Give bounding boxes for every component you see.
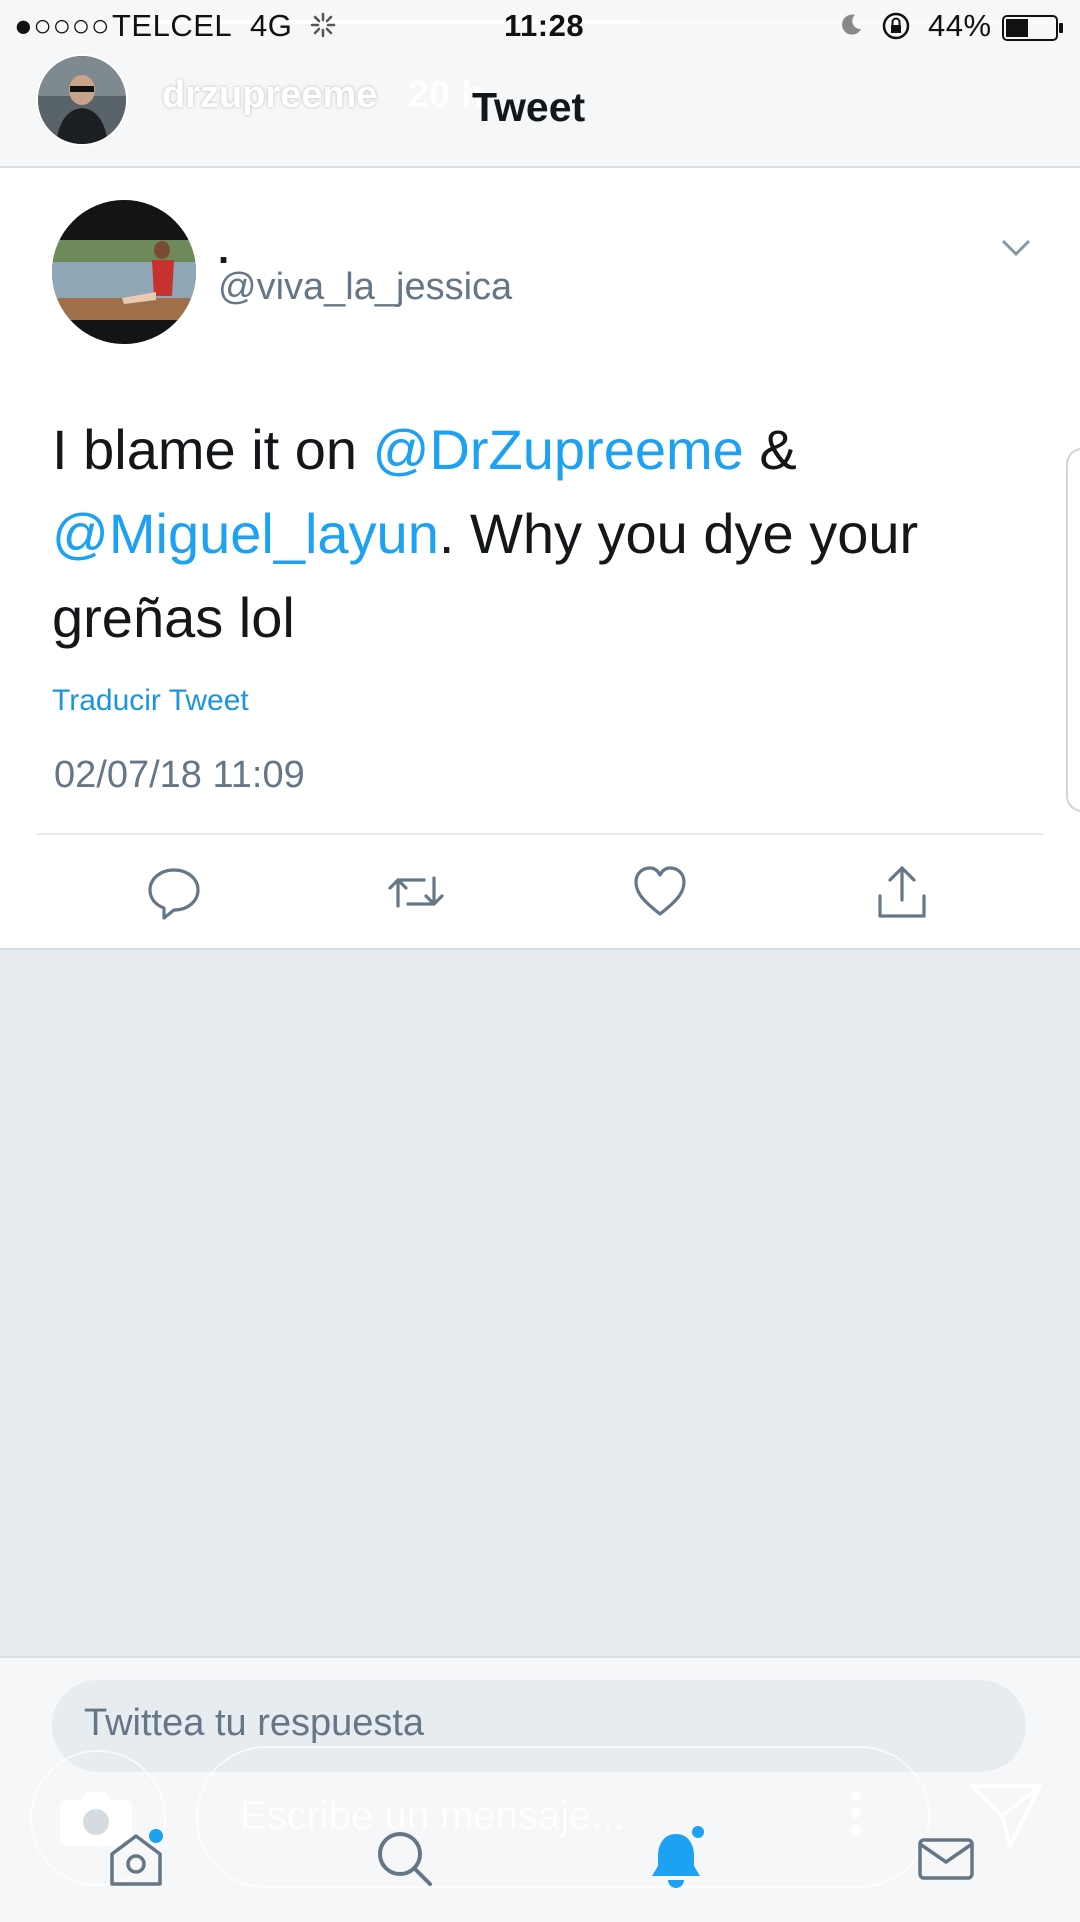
- translate-tweet-link[interactable]: Traducir Tweet: [52, 684, 249, 718]
- share-button[interactable]: [872, 862, 932, 922]
- story-user-avatar[interactable]: [36, 54, 128, 146]
- tab-notifications[interactable]: [644, 1826, 708, 1890]
- tweet-timestamp: 02/07/18 11:09: [54, 754, 305, 796]
- retweet-icon: [388, 876, 444, 908]
- retweet-button[interactable]: [386, 862, 446, 922]
- search-icon: [378, 1832, 432, 1886]
- messages-icon: [918, 1838, 974, 1880]
- network-type: 4G: [250, 8, 293, 43]
- tab-home[interactable]: [104, 1826, 168, 1890]
- mention-link[interactable]: @DrZupreeme: [373, 418, 744, 481]
- tab-messages[interactable]: [914, 1826, 978, 1890]
- more-options-icon[interactable]: [848, 1790, 864, 1841]
- rotation-lock-icon: [880, 10, 912, 47]
- tweet-text-part: I blame it on: [52, 418, 373, 481]
- reply-button[interactable]: [144, 862, 204, 922]
- status-time: 11:28: [504, 8, 585, 43]
- signal-strength: ●○○○○: [14, 8, 111, 43]
- moon-icon: [838, 12, 864, 43]
- tweet-card: . @viva_la_jessica I blame it on @DrZupr…: [0, 168, 1080, 950]
- battery-percent: 44%: [928, 8, 992, 43]
- like-button[interactable]: [630, 862, 690, 922]
- battery-icon: [1002, 14, 1064, 47]
- like-icon: [634, 866, 686, 916]
- home-icon: [110, 1829, 163, 1886]
- author-handle[interactable]: @viva_la_jessica: [218, 266, 512, 309]
- reply-placeholder: Twittea tu respuesta: [84, 1702, 425, 1744]
- tweet-text-part: &: [743, 418, 797, 481]
- mention-link[interactable]: @Miguel_layun: [52, 502, 439, 565]
- chevron-down-icon[interactable]: [1000, 238, 1032, 263]
- send-icon[interactable]: [968, 1780, 1044, 1855]
- author-avatar[interactable]: [52, 200, 196, 344]
- reply-icon: [148, 868, 200, 920]
- divider: [36, 833, 1044, 835]
- story-username[interactable]: drzupreeme: [162, 74, 377, 117]
- page-title: Tweet: [472, 84, 586, 130]
- loading-icon: [310, 12, 336, 43]
- carrier-name: TELCEL: [112, 8, 233, 43]
- edge-handle: [1066, 448, 1080, 812]
- notifications-icon: [652, 1826, 704, 1888]
- tab-search[interactable]: [372, 1826, 436, 1890]
- tweet-text: I blame it on @DrZupreeme & @Miguel_layu…: [52, 408, 1012, 660]
- share-icon: [878, 866, 926, 918]
